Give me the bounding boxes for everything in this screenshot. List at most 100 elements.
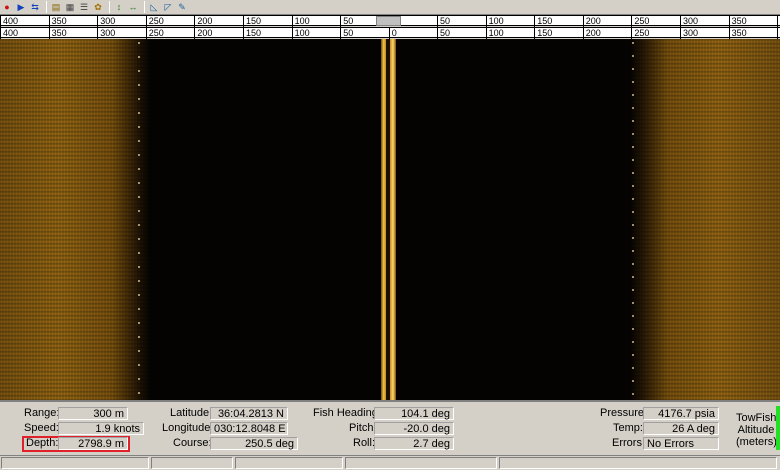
errors-value: No Errors [643, 437, 719, 450]
replay-button[interactable]: ⇆ [29, 1, 41, 13]
scale-tick-label: 300 [97, 16, 115, 27]
scale-tick-label: 100 [485, 16, 504, 27]
roll-value: 2.7 deg [374, 437, 454, 450]
toolbar-separator [144, 1, 145, 13]
measure-icon: ◺ [150, 2, 158, 12]
scale-tick-label: 250 [631, 28, 649, 39]
towfish-label-line3: (meters) [736, 436, 777, 448]
scale-tick-label: 50 [437, 16, 450, 27]
status-bar-pane [345, 457, 497, 469]
zoom-out-icon: ↔ [128, 2, 138, 12]
scale-tick-label: 250 [145, 16, 164, 27]
towfish-label-line1: TowFish [736, 412, 777, 424]
longitude-label: Longitude: [162, 422, 214, 434]
longitude-value: 030:12.8048 E [210, 422, 288, 435]
scale-tick-label: 100 [291, 16, 310, 27]
measure-button[interactable]: ◺ [148, 1, 160, 13]
scale-tick-label: 250 [145, 28, 164, 39]
target-button[interactable]: ◸ [162, 1, 174, 13]
zoom-in-icon: ↕ [116, 2, 122, 12]
scale-tick-label: 200 [582, 28, 601, 39]
scale-tick-label: 150 [534, 16, 552, 27]
annotate-button[interactable]: ✎ [176, 1, 188, 13]
range-scale-bottom: 400 350 300 250 200 150 100 50 0 50 100 150 200 250 30… [0, 27, 780, 39]
errors-label: Errors: [612, 437, 645, 449]
status-bar-pane [151, 457, 233, 469]
scale-tick-label: 50 [437, 28, 450, 39]
scale-center-marker[interactable] [376, 16, 401, 26]
status-bar-pane [1, 457, 149, 469]
status-bar-pane [499, 457, 777, 469]
status-panel: Range: 300 m Speed: 1.9 knots Depth: 279… [0, 400, 780, 455]
target-icon: ◸ [164, 2, 172, 12]
depth-value: 2798.9 m [58, 437, 128, 450]
settings-icon: ☰ [79, 2, 89, 12]
scale-tick-label: 350 [728, 28, 747, 39]
zoom-in-button[interactable]: ↕ [113, 1, 125, 13]
scale-tick-label: 350 [48, 28, 67, 39]
save-image-icon: ▦ [65, 2, 75, 12]
roll-label: Roll: [353, 437, 376, 449]
record-icon: ● [4, 2, 10, 12]
record-button[interactable]: ● [1, 1, 13, 13]
scale-tick-label: 400 [0, 16, 18, 27]
status-bar [0, 455, 780, 470]
open-file-button[interactable]: ▤ [50, 1, 62, 13]
speed-label: Speed: [24, 422, 59, 434]
save-image-button[interactable]: ▦ [64, 1, 76, 13]
starboard-seafloor-edge [632, 39, 634, 400]
scale-tick-label: 150 [243, 16, 261, 27]
starboard-channel-returns [630, 39, 780, 400]
pressure-value: 4176.7 psia [643, 407, 719, 420]
pitch-value: -20.0 deg [374, 422, 454, 435]
nadir-line-starboard [390, 39, 396, 400]
palette-button[interactable]: ✿ [92, 1, 104, 13]
play-button[interactable]: ▶ [15, 1, 27, 13]
scale-tick-label: 300 [680, 16, 698, 27]
scale-tick-label: 350 [48, 16, 67, 27]
scale-tick-label: 250 [631, 16, 649, 27]
scale-tick-label: 200 [194, 16, 212, 27]
annotate-icon: ✎ [178, 2, 186, 12]
towfish-altitude-label: TowFish Altitude (meters) [736, 412, 777, 448]
port-seafloor-edge [138, 39, 140, 400]
temp-label: Temp: [613, 422, 643, 434]
range-value: 300 m [58, 407, 128, 420]
toolbar-separator [46, 1, 47, 13]
toolbar: ● ▶ ⇆ ▤ ▦ ☰ ✿ ↕ ↔ ◺ ◸ ✎ [0, 0, 780, 15]
sonar-waterfall-display[interactable] [0, 39, 780, 400]
scale-tick-label: 100 [291, 28, 310, 39]
scale-tick-label: 150 [243, 28, 261, 39]
open-file-icon: ▤ [51, 2, 61, 12]
play-icon: ▶ [17, 2, 25, 12]
scale-tick-label: 400 [0, 28, 18, 39]
range-scale-top: 400 350 300 250 200 150 100 50 50 100 150 200 250 300… [0, 15, 780, 27]
fish-heading-label: Fish Heading: [313, 407, 381, 419]
scale-tick-label: 150 [534, 28, 552, 39]
depth-label: Depth: [26, 437, 59, 449]
scale-tick-label: 0 [388, 28, 397, 39]
palette-icon: ✿ [94, 2, 102, 12]
latitude-label: Latitude: [170, 407, 213, 419]
temp-value: 26 A deg [643, 422, 719, 435]
speed-value: 1.9 knots [58, 422, 144, 435]
replay-icon: ⇆ [31, 2, 39, 12]
course-value: 250.5 deg [210, 437, 298, 450]
pitch-label: Pitch: [349, 422, 377, 434]
toolbar-separator [109, 1, 110, 13]
settings-button[interactable]: ☰ [78, 1, 90, 13]
course-label: Course: [173, 437, 212, 449]
port-channel-returns [0, 39, 150, 400]
fish-heading-value: 104.1 deg [374, 407, 454, 420]
zoom-out-button[interactable]: ↔ [127, 1, 139, 13]
range-label: Range: [24, 407, 60, 419]
latitude-value: 36:04.2813 N [210, 407, 288, 420]
scale-tick-label: 100 [485, 28, 504, 39]
scale-tick-label: 50 [340, 16, 353, 27]
scale-tick-label: 50 [340, 28, 353, 39]
scale-tick-label: 350 [728, 16, 747, 27]
pressure-label: Pressure: [600, 407, 648, 419]
scale-tick-label: 300 [97, 28, 115, 39]
altitude-indicator-bar [776, 406, 780, 450]
towfish-label-line2: Altitude [737, 424, 775, 436]
